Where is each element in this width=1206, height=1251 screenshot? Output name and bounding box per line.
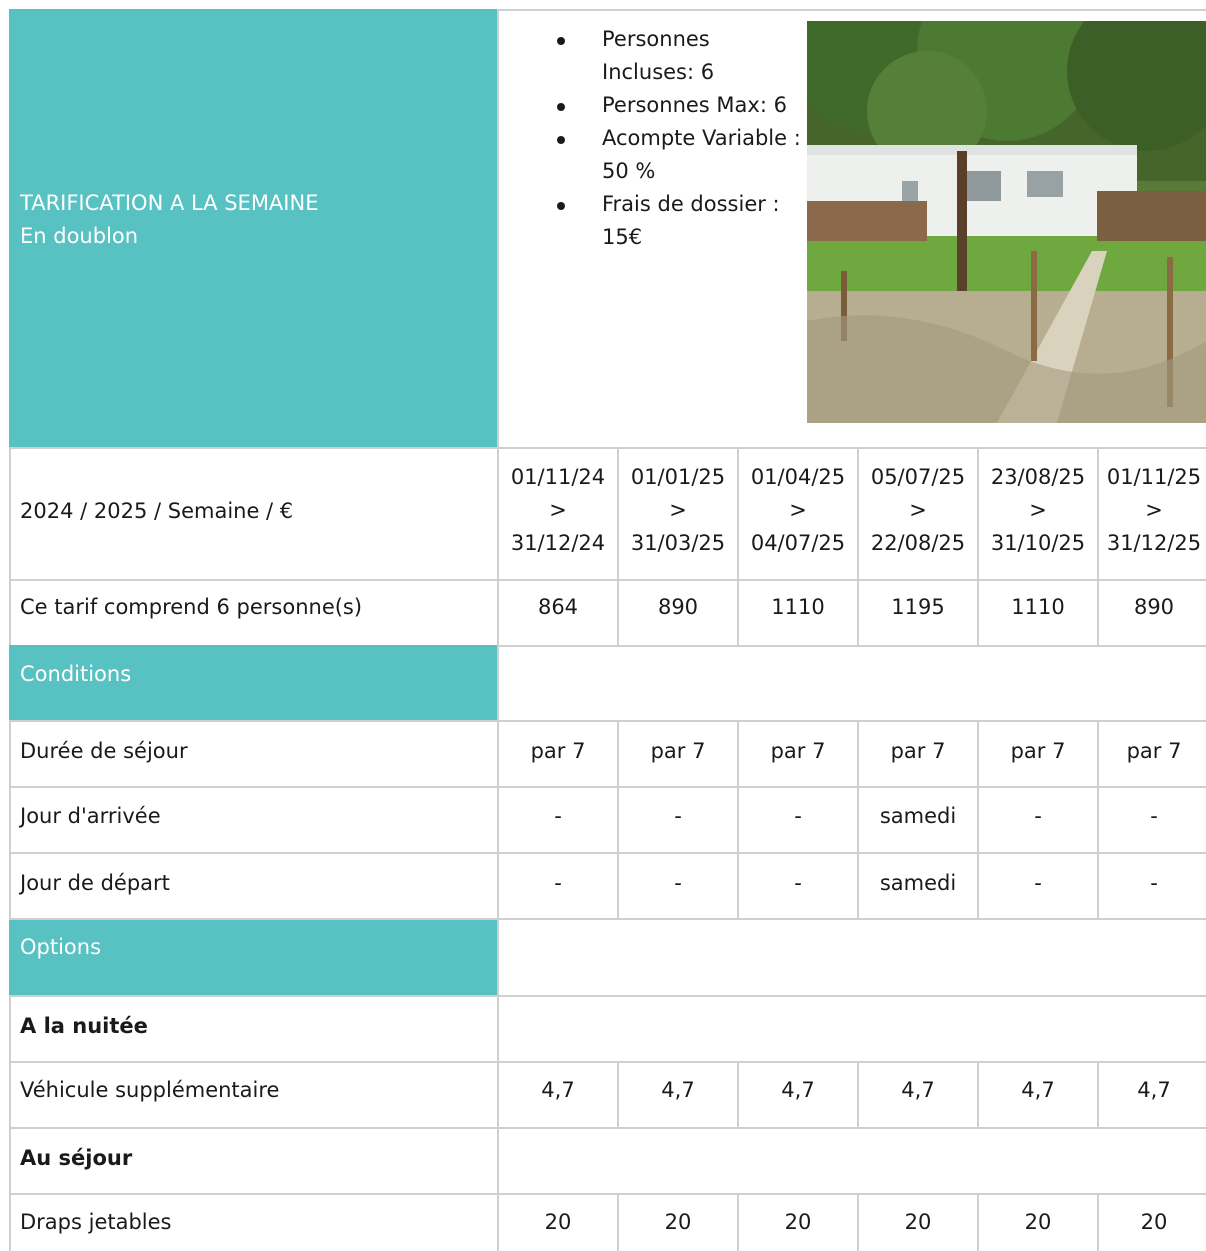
spec-list: Personnes Incluses: 6 Personnes Max: 6 A…: [552, 23, 807, 254]
price-row-label: Ce tarif comprend 6 personne(s): [20, 595, 363, 619]
spec-item: Acompte Variable : 50 %: [552, 122, 807, 188]
condition-cell: par 7: [650, 739, 706, 763]
option-cell: 20: [1024, 1210, 1052, 1234]
option-cell: 20: [904, 1210, 932, 1234]
condition-cell: par 7: [530, 739, 586, 763]
condition-cell: -: [794, 804, 802, 828]
night-heading: A la nuitée: [20, 1014, 148, 1038]
condition-cell: -: [1034, 804, 1042, 828]
condition-cell: -: [794, 871, 802, 895]
option-cell: 4,7: [781, 1078, 815, 1102]
condition-cell: -: [1034, 871, 1042, 895]
condition-label: Jour de départ: [20, 871, 170, 895]
conditions-heading: Conditions: [20, 662, 132, 686]
spec-item: Frais de dossier : 15€: [552, 188, 807, 254]
option-cell: 20: [664, 1210, 692, 1234]
option-label: Véhicule supplémentaire: [20, 1078, 280, 1102]
stay-heading: Au séjour: [20, 1146, 133, 1170]
period-header: 05/07/25 >22/08/25: [870, 465, 966, 555]
spec-item: Personnes Incluses: 6: [552, 23, 807, 89]
period-row-label: 2024 / 2025 / Semaine / €: [20, 499, 294, 523]
price-cell: 890: [657, 595, 699, 619]
option-cell: 20: [1140, 1210, 1168, 1234]
option-cell: 4,7: [661, 1078, 695, 1102]
pricing-table: TARIFICATION A LA SEMAINE En doublon Per…: [9, 9, 1206, 1251]
period-header: 01/04/25 >04/07/25: [750, 465, 846, 555]
condition-cell: par 7: [890, 739, 946, 763]
options-heading: Options: [20, 935, 102, 959]
price-cell: 1110: [771, 595, 825, 619]
conditions-heading-cell: Conditions: [9, 645, 497, 720]
price-cell: 1110: [1011, 595, 1065, 619]
condition-cell: par 7: [1126, 739, 1182, 763]
mobile-home-photo: [807, 21, 1206, 423]
price-cell: 1195: [891, 595, 945, 619]
option-cell: 4,7: [541, 1078, 575, 1102]
period-header: 23/08/25 >31/10/25: [990, 465, 1086, 555]
condition-cell: par 7: [770, 739, 826, 763]
option-cell: 4,7: [901, 1078, 935, 1102]
condition-cell: par 7: [1010, 739, 1066, 763]
option-cell: 4,7: [1137, 1078, 1171, 1102]
condition-cell: -: [554, 804, 562, 828]
condition-label: Jour d'arrivée: [20, 804, 161, 828]
condition-cell: samedi: [879, 871, 957, 895]
condition-cell: samedi: [879, 804, 957, 828]
condition-cell: -: [674, 804, 682, 828]
option-cell: 20: [544, 1210, 572, 1234]
title-cell: TARIFICATION A LA SEMAINE En doublon: [9, 9, 497, 447]
condition-cell: -: [1150, 804, 1158, 828]
condition-label: Durée de séjour: [20, 739, 188, 763]
pricing-title: TARIFICATION A LA SEMAINE: [20, 191, 319, 215]
period-header: 01/01/25 >31/03/25: [630, 465, 726, 555]
option-cell: 20: [784, 1210, 812, 1234]
condition-cell: -: [674, 871, 682, 895]
period-header: 01/11/24 >31/12/24: [510, 465, 606, 555]
pricing-subtitle: En doublon: [20, 224, 139, 248]
options-heading-cell: Options: [9, 920, 497, 995]
period-header: 01/11/25 >31/12/25: [1106, 465, 1202, 555]
condition-cell: -: [1150, 871, 1158, 895]
option-cell: 4,7: [1021, 1078, 1055, 1102]
price-cell: 864: [537, 595, 579, 619]
option-label: Draps jetables: [20, 1210, 172, 1234]
condition-cell: -: [554, 871, 562, 895]
spec-item: Personnes Max: 6: [552, 89, 807, 122]
price-cell: 890: [1133, 595, 1175, 619]
